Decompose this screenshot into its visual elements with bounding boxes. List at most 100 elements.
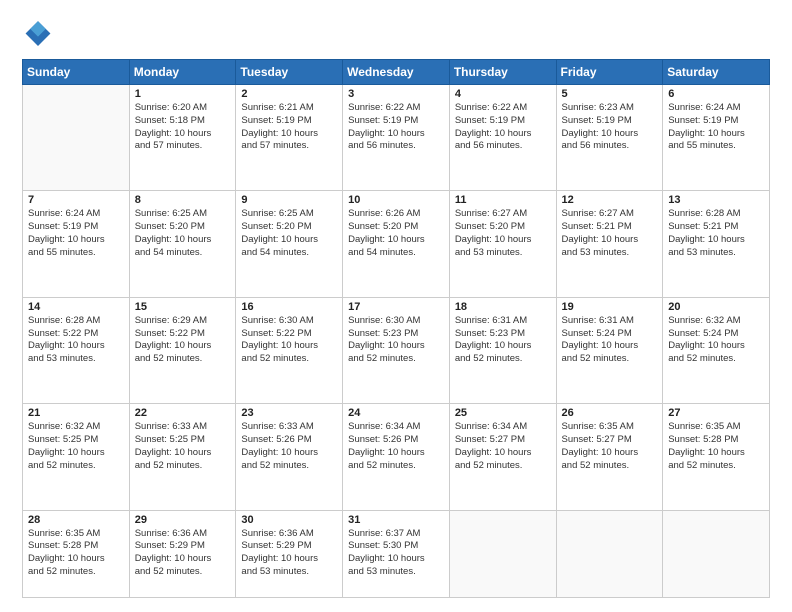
calendar-cell: 20 Sunrise: 6:32 AMSunset: 5:24 PMDayligh… — [663, 297, 770, 403]
cell-line: and 55 minutes. — [668, 140, 736, 151]
cell-line: Daylight: 10 hours — [28, 553, 105, 564]
cell-line: Sunset: 5:25 PM — [135, 434, 205, 445]
cell-line: Sunrise: 6:25 AM — [135, 208, 207, 219]
cell-line: Sunset: 5:27 PM — [562, 434, 632, 445]
cell-line: Sunset: 5:30 PM — [348, 540, 418, 551]
cell-content: Sunrise: 6:32 AMSunset: 5:24 PMDaylight:… — [668, 315, 764, 366]
cell-content: Sunrise: 6:25 AMSunset: 5:20 PMDaylight:… — [135, 208, 231, 259]
cell-line: Sunrise: 6:23 AM — [562, 102, 634, 113]
cell-line: Sunset: 5:26 PM — [348, 434, 418, 445]
cell-line: Daylight: 10 hours — [668, 340, 745, 351]
calendar-cell: 10Sunrise: 6:26 AMSunset: 5:20 PMDayligh… — [343, 191, 450, 297]
day-number: 5 — [562, 88, 658, 100]
calendar-header-row: SundayMondayTuesdayWednesdayThursdayFrid… — [23, 60, 770, 85]
cell-line: and 52 minutes. — [135, 353, 203, 364]
cell-line: Sunset: 5:19 PM — [562, 115, 632, 126]
day-number: 24 — [348, 407, 444, 419]
cell-line: Sunset: 5:22 PM — [28, 328, 98, 339]
cell-line: Sunrise: 6:21 AM — [241, 102, 313, 113]
calendar-cell: 4Sunrise: 6:22 AMSunset: 5:19 PMDaylight… — [449, 85, 556, 191]
cell-line: Daylight: 10 hours — [348, 447, 425, 458]
cell-line: Sunset: 5:21 PM — [668, 221, 738, 232]
cell-line: and 52 minutes. — [28, 566, 96, 577]
calendar-cell: 7Sunrise: 6:24 AMSunset: 5:19 PMDaylight… — [23, 191, 130, 297]
calendar-cell: 23Sunrise: 6:33 AMSunset: 5:26 PMDayligh… — [236, 404, 343, 510]
cell-content: Sunrise: 6:30 AMSunset: 5:22 PMDaylight:… — [241, 315, 337, 366]
cell-content: Sunrise: 6:32 AMSunset: 5:25 PMDaylight:… — [28, 421, 124, 472]
cell-line: Daylight: 10 hours — [241, 234, 318, 245]
cell-line: Sunrise: 6:36 AM — [135, 528, 207, 539]
cell-line: Daylight: 10 hours — [135, 553, 212, 564]
col-header-thursday: Thursday — [449, 60, 556, 85]
cell-line: Sunrise: 6:33 AM — [135, 421, 207, 432]
cell-line: and 52 minutes. — [348, 460, 416, 471]
cell-line: Sunset: 5:19 PM — [28, 221, 98, 232]
cell-content: Sunrise: 6:28 AMSunset: 5:21 PMDaylight:… — [668, 208, 764, 259]
day-number: 30 — [241, 514, 337, 526]
day-number: 1 — [135, 88, 231, 100]
cell-content: Sunrise: 6:27 AMSunset: 5:21 PMDaylight:… — [562, 208, 658, 259]
cell-content: Sunrise: 6:31 AMSunset: 5:23 PMDaylight:… — [455, 315, 551, 366]
day-number: 13 — [668, 194, 764, 206]
logo-icon — [24, 18, 52, 46]
cell-line: and 57 minutes. — [241, 140, 309, 151]
cell-line: Sunrise: 6:31 AM — [455, 315, 527, 326]
day-number: 2 — [241, 88, 337, 100]
cell-line: and 52 minutes. — [562, 460, 630, 471]
cell-line: and 53 minutes. — [348, 566, 416, 577]
calendar-cell: 28Sunrise: 6:35 AMSunset: 5:28 PMDayligh… — [23, 510, 130, 597]
cell-line: and 54 minutes. — [241, 247, 309, 258]
day-number: 8 — [135, 194, 231, 206]
cell-line: and 53 minutes. — [562, 247, 630, 258]
cell-line: and 56 minutes. — [455, 140, 523, 151]
day-number: 22 — [135, 407, 231, 419]
calendar-week-4: 21 Sunrise: 6:32 AMSunset: 5:25 PMDayligh… — [23, 404, 770, 510]
calendar-cell: 11Sunrise: 6:27 AMSunset: 5:20 PMDayligh… — [449, 191, 556, 297]
cell-content: Sunrise: 6:21 AMSunset: 5:19 PMDaylight:… — [241, 102, 337, 153]
cell-content: Sunrise: 6:37 AMSunset: 5:30 PMDaylight:… — [348, 528, 444, 579]
cell-line: and 52 minutes. — [135, 460, 203, 471]
cell-line: Daylight: 10 hours — [348, 128, 425, 139]
calendar-cell: 31Sunrise: 6:37 AMSunset: 5:30 PMDayligh… — [343, 510, 450, 597]
day-number: 26 — [562, 407, 658, 419]
day-number: 20 — [668, 301, 764, 313]
calendar-week-3: 14Sunrise: 6:28 AMSunset: 5:22 PMDayligh… — [23, 297, 770, 403]
day-number: 29 — [135, 514, 231, 526]
cell-line: and 52 minutes. — [241, 460, 309, 471]
calendar-week-5: 28Sunrise: 6:35 AMSunset: 5:28 PMDayligh… — [23, 510, 770, 597]
day-number: 21 — [28, 407, 124, 419]
cell-line: and 56 minutes. — [348, 140, 416, 151]
cell-line: Sunset: 5:22 PM — [135, 328, 205, 339]
calendar-cell: 9Sunrise: 6:25 AMSunset: 5:20 PMDaylight… — [236, 191, 343, 297]
calendar-cell: 19Sunrise: 6:31 AMSunset: 5:24 PMDayligh… — [556, 297, 663, 403]
day-number: 15 — [135, 301, 231, 313]
cell-line: and 53 minutes. — [455, 247, 523, 258]
cell-content: Sunrise: 6:27 AMSunset: 5:20 PMDaylight:… — [455, 208, 551, 259]
cell-line: Sunrise: 6:37 AM — [348, 528, 420, 539]
cell-line: Daylight: 10 hours — [455, 340, 532, 351]
col-header-tuesday: Tuesday — [236, 60, 343, 85]
cell-line: and 57 minutes. — [135, 140, 203, 151]
cell-line: and 52 minutes. — [455, 460, 523, 471]
cell-line: Sunset: 5:23 PM — [348, 328, 418, 339]
calendar-cell: 18 Sunrise: 6:31 AMSunset: 5:23 PMDayligh… — [449, 297, 556, 403]
cell-line: Sunrise: 6:30 AM — [348, 315, 420, 326]
day-number: 10 — [348, 194, 444, 206]
cell-content: Sunrise: 6:22 AMSunset: 5:19 PMDaylight:… — [348, 102, 444, 153]
cell-line: Sunrise: 6:28 AM — [28, 315, 100, 326]
cell-line: Daylight: 10 hours — [241, 447, 318, 458]
cell-line: Daylight: 10 hours — [668, 447, 745, 458]
cell-content: Sunrise: 6:20 AMSunset: 5:18 PMDaylight:… — [135, 102, 231, 153]
cell-line: Daylight: 10 hours — [348, 340, 425, 351]
col-header-wednesday: Wednesday — [343, 60, 450, 85]
day-number: 17 — [348, 301, 444, 313]
day-number: 18 — [455, 301, 551, 313]
cell-line: Sunset: 5:21 PM — [562, 221, 632, 232]
cell-line: Daylight: 10 hours — [135, 340, 212, 351]
cell-content: Sunrise: 6:28 AMSunset: 5:22 PMDaylight:… — [28, 315, 124, 366]
cell-line: Sunset: 5:20 PM — [348, 221, 418, 232]
header — [22, 18, 770, 51]
cell-line: Daylight: 10 hours — [455, 234, 532, 245]
calendar-cell: 30Sunrise: 6:36 AMSunset: 5:29 PMDayligh… — [236, 510, 343, 597]
cell-line: Sunset: 5:18 PM — [135, 115, 205, 126]
